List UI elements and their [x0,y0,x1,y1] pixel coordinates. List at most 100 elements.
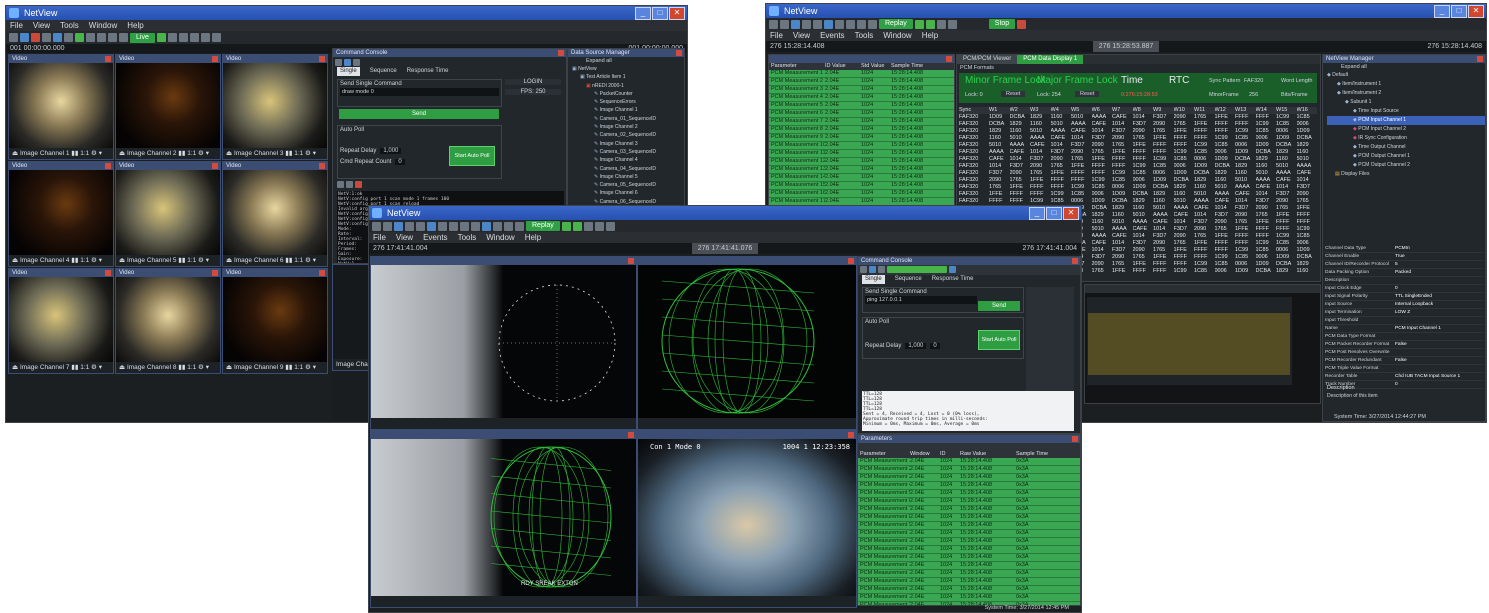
close-icon[interactable] [105,163,111,169]
table-row[interactable]: PCM Measurement 9 2.04E 1024 15:28:14.408 0x… [858,522,1080,530]
table-row[interactable]: FAF320182911605010AAAACAFE1014F3D7209017… [959,128,1317,135]
table-row[interactable]: PCM Measurement 8 2.04E 1024 15:28:14.408 [769,126,954,134]
property-row[interactable]: PCM Packet Recorder Format False [1325,341,1483,349]
wrench-icon[interactable] [353,59,360,66]
table-row[interactable]: PCM Measurement 7 2.04E 1024 15:28:14.408 0x… [858,506,1080,514]
table-row[interactable]: PCM Measurement 3 2.04E 1024 15:28:14.408 [769,86,954,94]
column-header[interactable]: W2 [1010,107,1031,114]
video-pane-controls[interactable]: ⏏ Image Channel 9 ▮▮ 1:1 ⚙ ▾ [223,362,327,373]
table-row[interactable]: PCM Measurement 2 2.04E 1024 15:28:14.408 0x… [858,466,1080,474]
table-row[interactable]: PCM Measurement 15 2.04E 1024 15:28:14.408 0… [858,570,1080,578]
close-icon[interactable] [1072,436,1078,442]
menu-events[interactable]: Events [423,232,447,243]
tab-response-time[interactable]: Response Time [407,67,449,76]
expand-all-link[interactable]: Expand all [1323,63,1485,71]
minimize-button[interactable]: _ [635,7,651,20]
video-pane-controls[interactable]: ⏏ Image Channel 8 ▮▮ 1:1 ⚙ ▾ [116,362,220,373]
tree-item[interactable]: ✎ PacketCounter [572,90,684,98]
table-row[interactable]: PCM Measurement 10 2.04E 1024 15:28:14.408 0… [858,530,1080,538]
close-icon[interactable] [105,56,111,62]
property-value[interactable]: False [1395,357,1407,364]
column-header[interactable]: W5 [1071,107,1092,114]
property-row[interactable]: PCM Triple Value Format [1325,365,1483,373]
settings-icon[interactable] [438,221,447,231]
video-pane[interactable]: Video ⏏ Image Channel 3 ▮▮ 1:1 ⚙ ▾ [222,54,328,160]
table-row[interactable]: PCM Measurement 1 2.04E 1024 15:28:14.408 [769,70,954,78]
table-row[interactable]: PCM Measurement 8 2.04E 1024 15:28:14.408 0x… [858,514,1080,522]
minimize-button[interactable]: _ [1434,5,1450,18]
property-row[interactable]: Input Source Internal Loopback [1325,301,1483,309]
video-pane[interactable]: Video ⏏ Image Channel 5 ▮▮ 1:1 ⚙ ▾ [115,161,221,267]
save-icon[interactable] [860,266,867,273]
property-row[interactable]: Input Termination LOW Z [1325,309,1483,317]
save-icon[interactable] [20,33,29,42]
property-row[interactable]: Data Packing Option Packed [1325,269,1483,277]
table-row[interactable]: FAF320 1FFE FFFF FFFF 1C99 1C85 0006 1D09 DCBA 18… [959,191,1317,198]
config-icon[interactable] [119,33,128,42]
settings-icon[interactable] [86,33,95,42]
column-header[interactable]: Sync [959,107,989,114]
tree-item[interactable]: ▣ Test Article Item 1 [572,73,684,81]
column-header[interactable]: W1 [989,107,1010,114]
menu-tools[interactable]: Tools [855,30,874,41]
tab-sequence[interactable]: Sequence [895,275,922,284]
table-row[interactable]: FAF3205010AAAACAFE1014F3D7209017651FFEFF… [959,142,1317,149]
table-row[interactable]: PCM Measurement 2 2.04E 1024 15:28:14.408 [769,78,954,86]
column-header[interactable]: W13 [1235,107,1256,114]
property-value[interactable]: Chd IUB TACM Input Source 1 [1395,373,1460,380]
table-row[interactable]: PCM Measurement 18 2.04E 1024 15:28:14.408 0… [858,594,1080,602]
tree-item[interactable]: ✎ Image Channel 3 [572,140,684,148]
grid-icon[interactable] [405,221,414,231]
record-icon[interactable] [75,33,84,42]
tree-item[interactable]: ✎ SequenceErrors [572,98,684,106]
table-row[interactable]: FAF320 CAFE 1014 F3D7 2090 1765 1FFE FFFF FFFF 1C… [959,156,1317,163]
stop-icon[interactable] [31,33,40,42]
pause-icon[interactable] [167,33,177,42]
close-icon[interactable] [558,50,564,56]
fast-forward-icon[interactable] [211,33,221,42]
table-row[interactable]: PCM Measurement 14 2.04E 1024 15:28:14.408 0… [858,562,1080,570]
wrench-icon[interactable] [878,266,885,273]
tab-response-time[interactable]: Response Time [932,275,974,284]
reset-minor-button[interactable]: Reset [1001,91,1026,97]
maximize-button[interactable]: □ [1451,5,1467,18]
table-row[interactable]: PCM Measurement 14 2.04E 1024 15:28:14.408 [769,174,954,182]
start-auto-poll-button[interactable]: Start Auto Poll [449,146,495,166]
video-pane-controls[interactable] [371,596,636,607]
close-button[interactable]: ✕ [1468,5,1484,18]
display-icon[interactable] [427,221,436,231]
repeat-delay-input[interactable]: 1,000 [380,148,402,154]
close-icon[interactable] [1072,258,1078,264]
open-icon[interactable] [769,19,778,29]
video-pane[interactable]: Video ⏏ Image Channel 6 ▮▮ 1:1 ⚙ ▾ [222,161,328,267]
close-icon[interactable] [676,50,682,56]
video-pane-controls[interactable]: ⏏ Image Channel 1 ▮▮ 1:1 ⚙ ▾ [9,148,113,159]
close-icon[interactable] [1477,56,1483,62]
tree-item[interactable]: ◆ IR Sync Configuration [1327,134,1485,143]
play-icon[interactable] [561,221,571,231]
tree-item[interactable]: ◆ Default [1327,71,1485,80]
video-pane[interactable]: Video ⏏ Image Channel 8 ▮▮ 1:1 ⚙ ▾ [115,268,221,374]
property-row[interactable]: PCM Recorder Redundant False [1325,357,1483,365]
property-row[interactable]: PCM Data Type Format [1325,333,1483,341]
rewind-icon[interactable] [947,19,957,29]
column-header[interactable]: W9 [1153,107,1174,114]
column-header[interactable]: W15 [1276,107,1297,114]
tab-pcm-viewer[interactable]: PCM/PCM Viewer [957,55,1018,64]
close-icon[interactable] [319,270,325,276]
table-row[interactable]: PCM Measurement 1 2.04E 1024 15:28:14.408 0x… [858,458,1080,466]
print-icon[interactable] [346,181,353,188]
close-icon[interactable] [212,163,218,169]
tree-item[interactable]: ✎ Image Channel 2 [572,123,684,131]
layout-icon[interactable] [394,221,403,231]
login-label[interactable]: LOGIN [505,79,561,85]
close-icon[interactable] [628,432,634,438]
video-pane[interactable]: Video ⏏ Image Channel 9 ▮▮ 1:1 ⚙ ▾ [222,268,328,374]
chart-icon[interactable] [416,221,425,231]
video-pane-1[interactable] [370,256,637,430]
tab-single[interactable]: Single [862,275,885,284]
property-row[interactable]: Channel Data Type PCMIn [1325,245,1483,253]
menu-window[interactable]: Window [883,30,911,41]
tree-item[interactable]: ✎ Image Channel 6 [572,189,684,197]
property-row[interactable]: Input Signal Polarity TTL SingleEnded [1325,293,1483,301]
